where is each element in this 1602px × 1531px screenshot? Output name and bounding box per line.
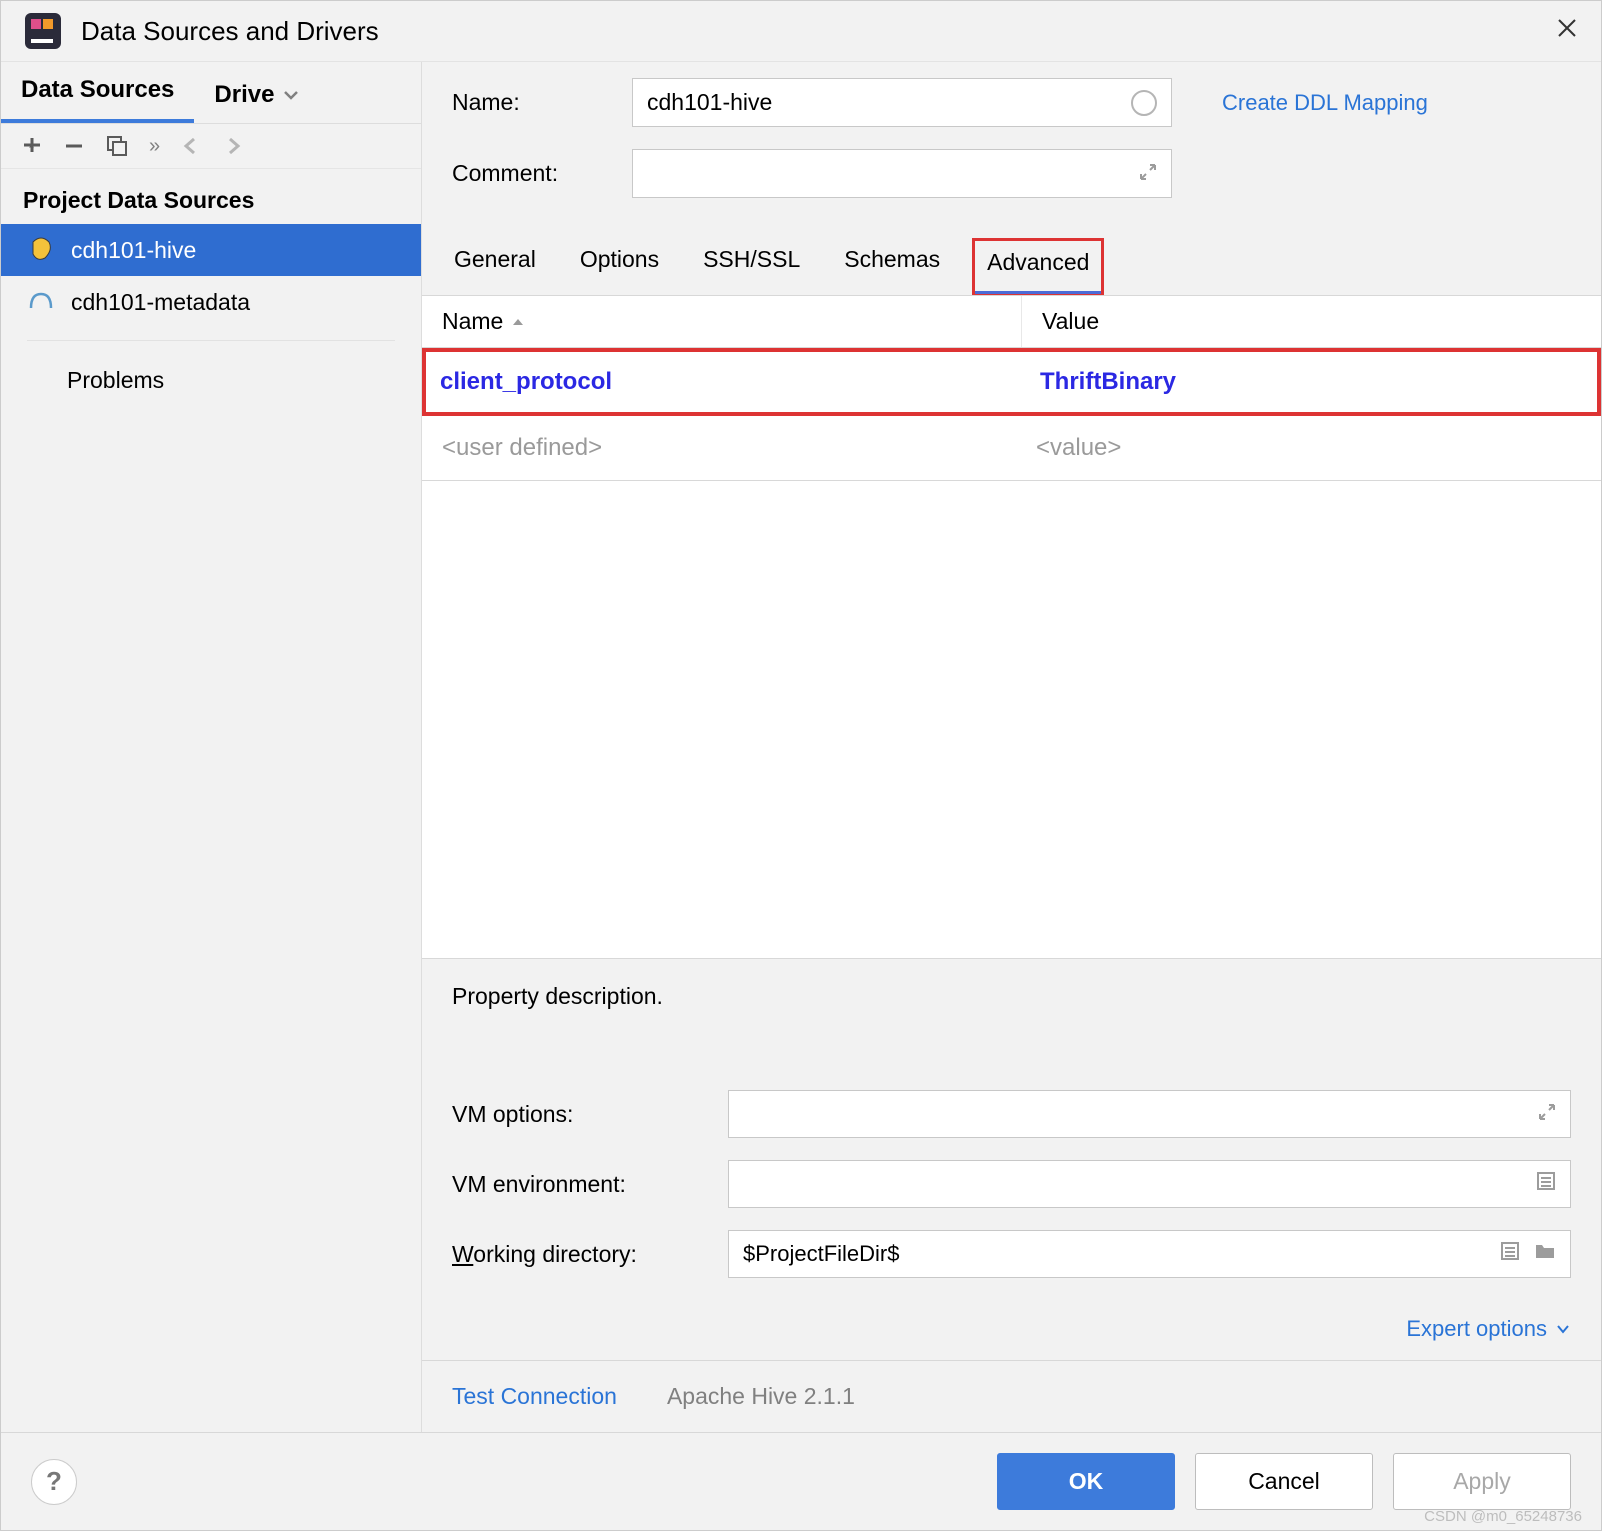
sidebar-item-cdh101-metadata[interactable]: cdh101-metadata [1,276,421,328]
property-name-cell[interactable]: client_protocol [426,352,1026,412]
driver-info: Apache Hive 2.1.1 [667,1383,855,1410]
hive-icon [27,236,55,264]
folder-icon[interactable] [1534,1241,1556,1267]
column-header-value[interactable]: Value [1022,296,1601,347]
duplicate-icon[interactable] [105,134,129,158]
test-connection-row: Test Connection Apache Hive 2.1.1 [422,1360,1601,1432]
comment-row: Comment: [422,133,1601,204]
dialog-body: Data Sources Drive » Project Data Source… [1,62,1601,1432]
create-ddl-mapping-link[interactable]: Create DDL Mapping [1222,90,1428,116]
tab-options[interactable]: Options [568,238,671,295]
table-header: Name Value [422,296,1601,348]
main-panel: Name: cdh101-hive Create DDL Mapping Com… [421,62,1601,1432]
ok-button[interactable]: OK [997,1453,1175,1510]
more-icon[interactable]: » [149,135,160,158]
working-directory-label: Working directory: [452,1241,712,1268]
properties-table: Name Value client_protocol ThriftBinary … [422,296,1601,481]
sidebar-item-label: cdh101-metadata [71,289,250,316]
name-row: Name: cdh101-hive Create DDL Mapping [422,62,1601,133]
properties-table-area: Name Value client_protocol ThriftBinary … [422,296,1601,1432]
sidebar-item-label: cdh101-hive [71,237,196,264]
tab-schemas[interactable]: Schemas [832,238,952,295]
list-icon[interactable] [1536,1171,1556,1197]
vm-options-input[interactable] [728,1090,1571,1138]
tab-ssh-ssl[interactable]: SSH/SSL [691,238,812,295]
mysql-icon [27,288,55,316]
working-directory-row: Working directory: $ProjectFileDir$ [452,1230,1571,1278]
tab-advanced[interactable]: Advanced [972,238,1104,295]
property-description: Property description. [452,983,1571,1010]
cancel-button[interactable]: Cancel [1195,1453,1373,1510]
close-icon[interactable] [1555,16,1579,46]
config-tabs: General Options SSH/SSL Schemas Advanced [422,220,1601,296]
property-value-cell[interactable]: ThriftBinary [1026,352,1597,412]
test-connection-link[interactable]: Test Connection [452,1383,617,1410]
window-title: Data Sources and Drivers [81,16,1555,47]
forward-icon[interactable] [222,135,244,157]
list-icon[interactable] [1500,1241,1520,1267]
properties-panel: Property description. VM options: VM env… [422,958,1601,1310]
vm-options-row: VM options: [452,1090,1571,1138]
property-value-placeholder[interactable]: <value> [1022,416,1601,480]
expand-icon[interactable] [1538,1101,1556,1127]
name-input[interactable]: cdh101-hive [632,78,1172,127]
dialog-footer: ? OK Cancel Apply [1,1432,1601,1530]
expert-options-row: Expert options [422,1310,1601,1360]
property-name-placeholder[interactable]: <user defined> [422,416,1022,480]
table-row-placeholder[interactable]: <user defined> <value> [422,416,1601,480]
sidebar-tabs: Data Sources Drive [1,62,421,124]
project-data-sources-heading: Project Data Sources [1,169,421,224]
name-label: Name: [452,89,612,116]
vm-options-label: VM options: [452,1101,712,1128]
sidebar: Data Sources Drive » Project Data Source… [1,62,421,1432]
vm-environment-label: VM environment: [452,1171,712,1198]
chevron-down-icon [282,86,300,104]
comment-label: Comment: [452,160,612,187]
back-icon[interactable] [180,135,202,157]
add-icon[interactable] [21,135,43,157]
working-directory-input[interactable]: $ProjectFileDir$ [728,1230,1571,1278]
sidebar-tab-data-sources[interactable]: Data Sources [1,62,194,123]
watermark: CSDN @m0_65248736 [1424,1508,1582,1525]
sidebar-item-problems[interactable]: Problems [1,353,421,408]
expert-options-link[interactable]: Expert options [1406,1316,1571,1342]
app-icon [23,11,63,51]
expand-icon[interactable] [1139,160,1157,187]
sidebar-tab-drivers[interactable]: Drive [194,62,320,123]
help-button[interactable]: ? [31,1459,77,1505]
remove-icon[interactable] [63,135,85,157]
sort-asc-icon [511,315,525,329]
tab-general[interactable]: General [442,238,548,295]
dialog-window: Data Sources and Drivers Data Sources Dr… [0,0,1602,1531]
table-row[interactable]: client_protocol ThriftBinary [422,348,1601,416]
vm-environment-input[interactable] [728,1160,1571,1208]
column-header-name[interactable]: Name [422,296,1022,347]
comment-input[interactable] [632,149,1172,198]
vm-environment-row: VM environment: [452,1160,1571,1208]
chevron-down-icon [1555,1321,1571,1337]
sidebar-item-cdh101-hive[interactable]: cdh101-hive [1,224,421,276]
sidebar-toolbar: » [1,124,421,169]
titlebar: Data Sources and Drivers [1,1,1601,62]
color-picker-icon[interactable] [1131,90,1157,116]
table-empty-area [422,481,1601,958]
apply-button[interactable]: Apply [1393,1453,1571,1510]
sidebar-separator [27,340,395,341]
